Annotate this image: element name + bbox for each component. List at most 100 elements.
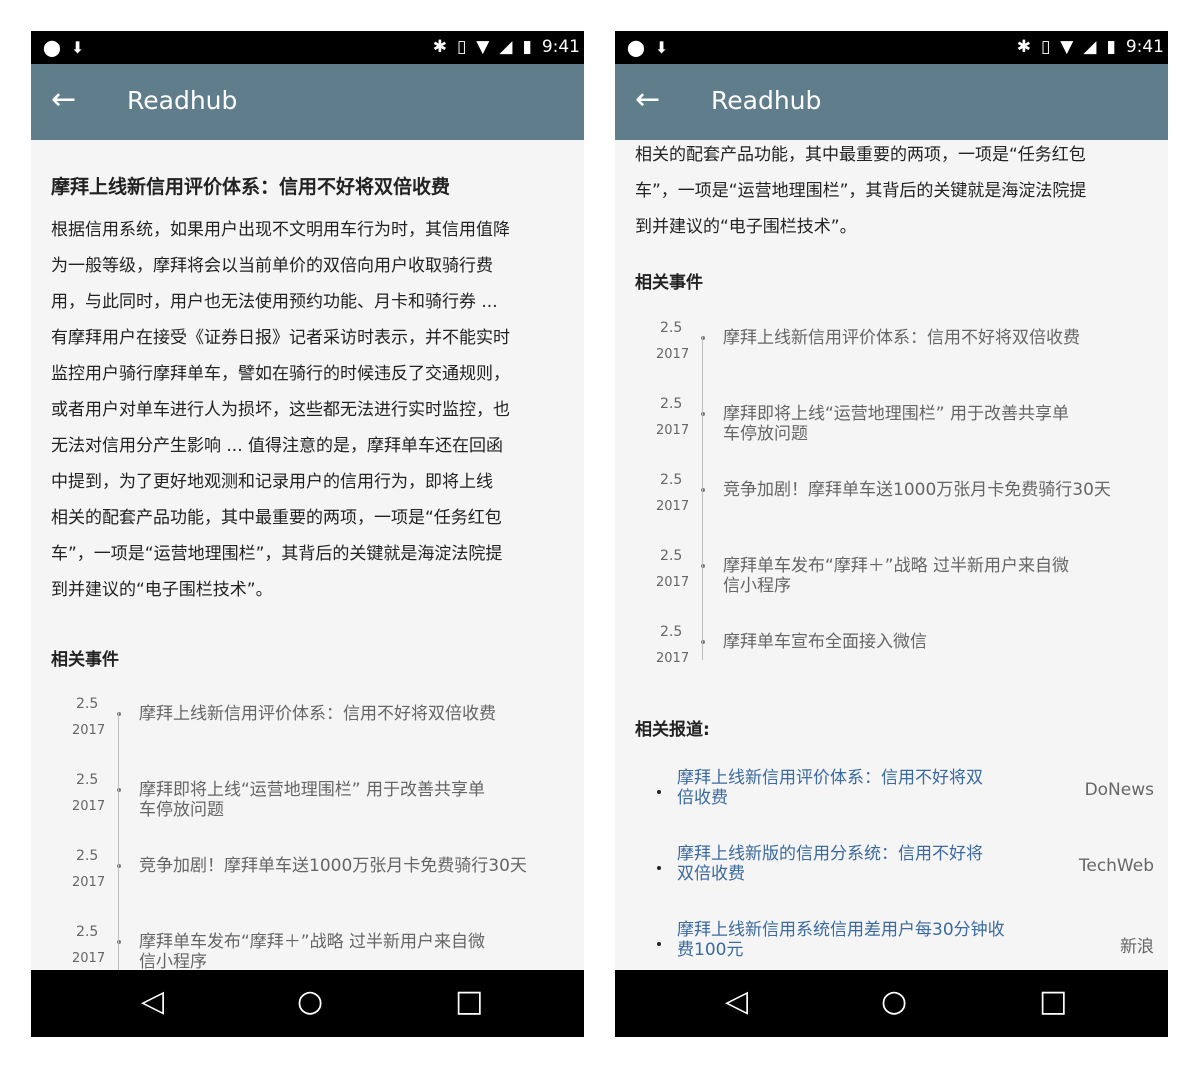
article-title: 摩拜上线新信用评价体系：信用不好将双倍收费 xyxy=(51,176,451,198)
nav-recents-icon[interactable]: □ xyxy=(455,984,483,1020)
event-date: 2.5 xyxy=(660,472,683,488)
nav-back-icon[interactable]: ◁ xyxy=(725,984,748,1020)
event-year: 2017 xyxy=(72,799,106,814)
report-source: 新浪 xyxy=(1120,937,1154,957)
event-item[interactable]: 2.5 2017 摩拜即将上线“运营地理围栏” 用于改善共享单车停放问题 xyxy=(31,772,584,864)
download-icon: ⬇ xyxy=(654,38,669,57)
signal-icon: ◢ xyxy=(499,37,513,57)
event-item[interactable]: 2.5 2017 摩拜单车宣布全面接入微信 xyxy=(615,624,1168,700)
event-title: 摩拜单车宣布全面接入微信 xyxy=(723,632,927,652)
back-arrow-icon[interactable]: ← xyxy=(51,82,76,118)
event-item[interactable]: 2.5 2017 摩拜单车发布“摩拜＋”战略 过半新用户来自微信小程序 xyxy=(31,924,584,970)
report-title[interactable]: 摩拜上线新信用评价体系：信用不好将双倍收费 xyxy=(677,768,997,808)
battery-icon: ▮ xyxy=(522,37,532,57)
event-date: 2.5 xyxy=(76,848,99,864)
article-content[interactable]: 相关的配套产品功能，其中最重要的两项，一项是“任务红包 车”，一项是“运营地理围… xyxy=(615,140,1168,970)
event-title: 摩拜即将上线“运营地理围栏” 用于改善共享单车停放问题 xyxy=(139,780,486,820)
vibrate-icon: ▯ xyxy=(1040,37,1051,57)
article-line: 相关的配套产品功能，其中最重要的两项，一项是“任务红包 xyxy=(51,508,502,528)
event-item[interactable]: 2.5 2017 摩拜上线新信用评价体系：信用不好将双倍收费 xyxy=(31,696,584,788)
timeline-line xyxy=(702,640,703,660)
related-events-list: 2.5 2017 摩拜上线新信用评价体系：信用不好将双倍收费 2.5 2017 … xyxy=(615,320,1168,700)
status-bar: ⬤ ⬇ ✱ ▯ ▼ ◢ ▮ 9:41 xyxy=(615,31,1168,64)
event-title: 摩拜上线新信用评价体系：信用不好将双倍收费 xyxy=(139,704,496,724)
event-title: 摩拜单车发布“摩拜＋”战略 过半新用户来自微信小程序 xyxy=(723,556,1070,596)
event-year: 2017 xyxy=(72,875,106,890)
event-year: 2017 xyxy=(656,651,690,666)
vibrate-icon: ▯ xyxy=(456,37,467,57)
event-date: 2.5 xyxy=(660,396,683,412)
record-icon: ⬤ xyxy=(627,38,645,57)
article-line: 有摩拜用户在接受《证券日报》记者采访时表示，并不能实时 xyxy=(51,328,510,348)
article-line: 或者用户对单车进行人为损坏，这些都无法进行实时监控，也 xyxy=(51,400,510,420)
event-item[interactable]: 2.5 2017 竞争加剧！摩拜单车送1000万张月卡免费骑行30天 xyxy=(31,848,584,940)
event-title: 竞争加剧！摩拜单车送1000万张月卡免费骑行30天 xyxy=(723,480,1111,500)
wifi-icon: ▼ xyxy=(476,37,490,57)
article-line: 车”，一项是“运营地理围栏”，其背后的关键就是海淀法院提 xyxy=(635,181,1087,201)
bullet xyxy=(657,866,661,870)
app-bar: ← Readhub xyxy=(31,64,584,140)
event-title: 竞争加剧！摩拜单车送1000万张月卡免费骑行30天 xyxy=(139,856,527,876)
article-line: 无法对信用分产生影响 ... 值得注意的是，摩拜单车还在回函 xyxy=(51,436,504,456)
event-title: 摩拜单车发布“摩拜＋”战略 过半新用户来自微信小程序 xyxy=(139,932,486,970)
bullet xyxy=(657,942,661,946)
back-arrow-icon[interactable]: ← xyxy=(635,82,660,118)
event-year: 2017 xyxy=(656,423,690,438)
nav-back-icon[interactable]: ◁ xyxy=(141,984,164,1020)
event-item[interactable]: 2.5 2017 竞争加剧！摩拜单车送1000万张月卡免费骑行30天 xyxy=(615,472,1168,564)
bluetooth-icon: ✱ xyxy=(432,37,447,57)
related-events-heading: 相关事件 xyxy=(51,650,119,670)
event-year: 2017 xyxy=(656,499,690,514)
article-line: 用，与此同时，用户也无法使用预约功能、月卡和骑行券 ... xyxy=(51,292,498,312)
nav-home-icon[interactable]: ○ xyxy=(881,984,907,1020)
event-date: 2.5 xyxy=(660,548,683,564)
article-line: 车”，一项是“运营地理围栏”，其背后的关键就是海淀法院提 xyxy=(51,544,503,564)
article-line: 到并建议的“电子围栏技术”。 xyxy=(51,580,273,600)
related-reports-heading: 相关报道: xyxy=(635,720,710,740)
event-year: 2017 xyxy=(656,347,690,362)
related-events-list: 2.5 2017 摩拜上线新信用评价体系：信用不好将双倍收费 2.5 2017 … xyxy=(31,696,584,970)
event-title: 摩拜即将上线“运营地理围栏” 用于改善共享单车停放问题 xyxy=(723,404,1070,444)
status-bar: ⬤ ⬇ ✱ ▯ ▼ ◢ ▮ 9:41 xyxy=(31,31,584,64)
report-source: DoNews xyxy=(1084,780,1154,800)
status-time: 9:41 xyxy=(541,37,580,57)
nav-home-icon[interactable]: ○ xyxy=(297,984,323,1020)
wifi-icon: ▼ xyxy=(1060,37,1074,57)
article-line: 监控用户骑行摩拜单车，譬如在骑行的时候违反了交通规则， xyxy=(51,364,510,384)
event-item[interactable]: 2.5 2017 摩拜即将上线“运营地理围栏” 用于改善共享单车停放问题 xyxy=(615,396,1168,488)
app-title: Readhub xyxy=(711,86,822,115)
timeline-line xyxy=(118,940,119,970)
report-item[interactable]: 摩拜上线新信用评价体系：信用不好将双倍收费 DoNews xyxy=(615,768,1168,844)
report-source: TechWeb xyxy=(1078,856,1154,876)
phone-screen-left: ⬤ ⬇ ✱ ▯ ▼ ◢ ▮ 9:41 ← Readhub 摩拜上线新信用评价体系：信用不好将… xyxy=(31,31,584,1037)
report-item[interactable]: 摩拜上线新信用系统信用差用户每30分钟收费100元 新浪 xyxy=(615,920,1168,970)
article-content[interactable]: 摩拜上线新信用评价体系：信用不好将双倍收费 根据信用系统，如果用户出现不文明用车… xyxy=(31,140,584,970)
article-line: 相关的配套产品功能，其中最重要的两项，一项是“任务红包 xyxy=(635,145,1086,165)
event-date: 2.5 xyxy=(76,772,99,788)
navigation-bar: ◁ ○ □ xyxy=(31,970,584,1037)
report-item[interactable]: 摩拜上线新版的信用分系统：信用不好将双倍收费 TechWeb xyxy=(615,844,1168,920)
report-title[interactable]: 摩拜上线新版的信用分系统：信用不好将双倍收费 xyxy=(677,844,997,884)
app-bar: ← Readhub xyxy=(615,64,1168,140)
nav-recents-icon[interactable]: □ xyxy=(1039,984,1067,1020)
article-line: 到并建议的“电子围栏技术”。 xyxy=(635,217,857,237)
event-item[interactable]: 2.5 2017 摩拜单车发布“摩拜＋”战略 过半新用户来自微信小程序 xyxy=(615,548,1168,640)
event-date: 2.5 xyxy=(660,320,683,336)
related-events-heading: 相关事件 xyxy=(635,273,703,293)
article-body: 根据信用系统，如果用户出现不文明用车行为时，其信用值降 为一般等级，摩拜将会以当… xyxy=(51,212,571,608)
event-title: 摩拜上线新信用评价体系：信用不好将双倍收费 xyxy=(723,328,1080,348)
bullet xyxy=(657,790,661,794)
event-year: 2017 xyxy=(656,575,690,590)
event-date: 2.5 xyxy=(660,624,683,640)
phone-screen-right: ⬤ ⬇ ✱ ▯ ▼ ◢ ▮ 9:41 ← Readhub 相关的配套产品功能，其中最重要的两… xyxy=(615,31,1168,1037)
download-icon: ⬇ xyxy=(70,38,85,57)
event-item[interactable]: 2.5 2017 摩拜上线新信用评价体系：信用不好将双倍收费 xyxy=(615,320,1168,412)
article-line: 根据信用系统，如果用户出现不文明用车行为时，其信用值降 xyxy=(51,220,510,240)
related-reports-list: 摩拜上线新信用评价体系：信用不好将双倍收费 DoNews 摩拜上线新版的信用分系… xyxy=(615,768,1168,970)
article-body: 相关的配套产品功能，其中最重要的两项，一项是“任务红包 车”，一项是“运营地理围… xyxy=(635,140,1155,245)
bluetooth-icon: ✱ xyxy=(1016,37,1031,57)
app-title: Readhub xyxy=(127,86,238,115)
event-date: 2.5 xyxy=(76,924,99,940)
event-date: 2.5 xyxy=(76,696,99,712)
report-title[interactable]: 摩拜上线新信用系统信用差用户每30分钟收费100元 xyxy=(677,920,1017,960)
